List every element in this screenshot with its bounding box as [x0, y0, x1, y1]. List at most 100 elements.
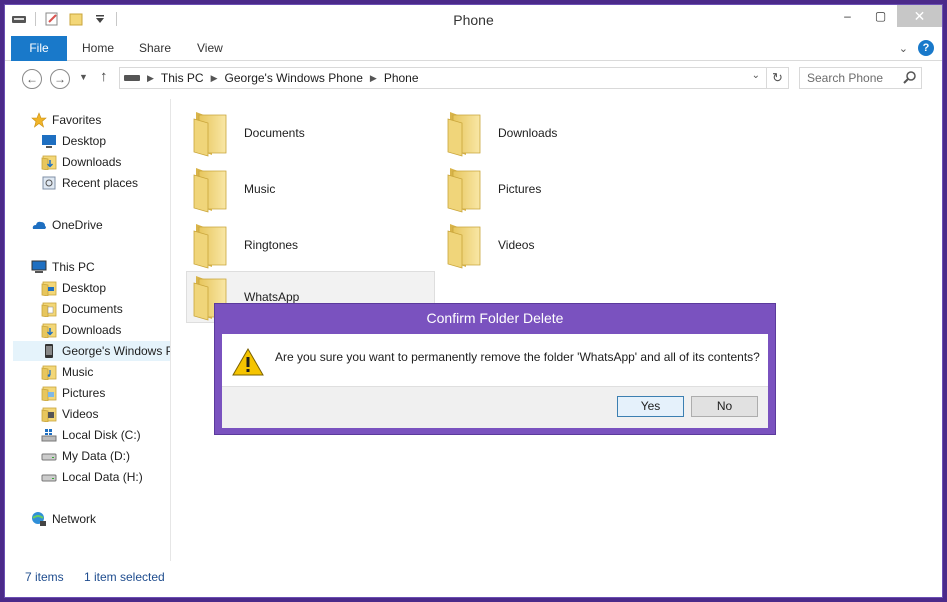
- nav-favorites-label: Favorites: [52, 113, 102, 127]
- search-placeholder: Search Phone: [807, 71, 884, 85]
- drive-icon: [41, 453, 57, 461]
- no-button[interactable]: No: [691, 396, 758, 417]
- search-icon[interactable]: [903, 70, 917, 84]
- breadcrumb-this-pc[interactable]: This PC: [161, 71, 204, 85]
- nav-onedrive-label: OneDrive: [52, 218, 103, 232]
- tab-file[interactable]: File: [11, 36, 67, 61]
- nav-this-pc-label: This PC: [52, 260, 95, 274]
- nav-fav-desktop[interactable]: Desktop: [41, 131, 106, 151]
- folder-label: Ringtones: [244, 238, 299, 252]
- ribbon-controls: ⌄ ?: [899, 40, 934, 56]
- address-bar[interactable]: ▶ This PC ▶ George's Windows Phone ▶ Pho…: [119, 67, 789, 89]
- nav-pc-music[interactable]: Music: [41, 362, 93, 382]
- nav-item-label: Local Data (H:): [62, 470, 143, 484]
- nav-fav-recent-places[interactable]: Recent places: [41, 173, 138, 193]
- this-pc-icon: [31, 260, 47, 273]
- dialog-button-bar: Yes No: [222, 386, 768, 428]
- back-button[interactable]: ←: [22, 69, 42, 89]
- folder-label: Music: [244, 182, 276, 196]
- windows-drive-icon: [41, 429, 57, 442]
- nav-pc-videos[interactable]: Videos: [41, 404, 98, 424]
- close-button[interactable]: ✕: [897, 5, 942, 27]
- folder-icon: [190, 165, 230, 213]
- folder-label: Videos: [498, 238, 535, 252]
- folder-downloads[interactable]: Downloads: [441, 107, 690, 159]
- nav-item-label: My Data (D:): [62, 449, 131, 463]
- nav-item-label: Music: [62, 365, 94, 379]
- nav-pc-downloads[interactable]: Downloads: [41, 320, 121, 340]
- recent-locations-icon[interactable]: ▼: [79, 72, 88, 82]
- dialog-message: Are you sure you want to permanently rem…: [275, 350, 760, 364]
- nav-item-label: Downloads: [62, 323, 122, 337]
- selection-count: 1 item selected: [84, 570, 165, 584]
- nav-pc-desktop[interactable]: Desktop: [41, 278, 106, 298]
- folder-icon: [444, 221, 484, 269]
- minimize-button[interactable]: –: [831, 5, 864, 27]
- nav-item-label: Desktop: [62, 134, 107, 148]
- refresh-button[interactable]: ↻: [766, 68, 788, 88]
- tab-view[interactable]: View: [197, 36, 223, 61]
- nav-favorites[interactable]: Favorites: [31, 110, 101, 130]
- breadcrumb-separator-icon: ▶: [369, 72, 377, 83]
- up-arrow-icon: ↑: [100, 68, 108, 85]
- forward-button[interactable]: →: [50, 69, 70, 89]
- folder-icon: [444, 165, 484, 213]
- nav-network[interactable]: Network: [31, 509, 96, 529]
- minimize-icon: –: [844, 9, 851, 23]
- dialog-message-area: Are you sure you want to permanently rem…: [222, 334, 768, 386]
- nav-item-label: Recent places: [62, 176, 139, 190]
- nav-item-label: Local Disk (C:): [62, 428, 141, 442]
- folder-label: WhatsApp: [244, 290, 300, 304]
- drive-icon: [41, 474, 57, 482]
- navigation-bar: ← → ▼ ↑ ▶ This PC ▶ George's Windows Pho…: [5, 62, 942, 94]
- folder-pictures[interactable]: Pictures: [441, 163, 690, 215]
- folder-music[interactable]: Music: [187, 163, 436, 215]
- nav-this-pc[interactable]: This PC: [31, 257, 95, 277]
- folder-ringtones[interactable]: Ringtones: [187, 219, 436, 271]
- breadcrumb-phone[interactable]: Phone: [384, 71, 419, 85]
- nav-pc-local-disk-c[interactable]: Local Disk (C:): [41, 425, 141, 445]
- nav-pc-local-data-h[interactable]: Local Data (H:): [41, 467, 143, 487]
- search-input[interactable]: Search Phone: [799, 67, 922, 89]
- folder-icon: [190, 109, 230, 157]
- ribbon-tabs: File Home Share View ⌄ ?: [5, 36, 942, 61]
- folder-videos[interactable]: Videos: [441, 219, 690, 271]
- nav-pc-pictures[interactable]: Pictures: [41, 383, 105, 403]
- videos-folder-icon: [41, 406, 57, 422]
- breadcrumb-separator-icon: ▶: [210, 72, 218, 83]
- tab-share[interactable]: Share: [139, 36, 171, 61]
- navigation-pane: Favorites Desktop Downloads Recent place…: [5, 99, 171, 561]
- nav-item-label: George's Windows P: [62, 344, 171, 358]
- folder-label: Pictures: [498, 182, 542, 196]
- phone-device-icon: [124, 75, 140, 81]
- maximize-icon: ▢: [874, 9, 887, 23]
- explorer-window: Phone – ▢ ✕ File Home Share View ⌄ ? ← →…: [4, 4, 943, 598]
- nav-onedrive[interactable]: OneDrive: [31, 215, 103, 235]
- up-button[interactable]: ↑: [100, 68, 108, 85]
- address-dropdown-icon[interactable]: ⌄: [752, 70, 760, 81]
- maximize-button[interactable]: ▢: [864, 5, 897, 27]
- downloads-folder-icon: [41, 322, 57, 338]
- back-arrow-icon: ←: [26, 72, 38, 86]
- folder-icon: [190, 221, 230, 269]
- title-bar: Phone – ▢ ✕: [5, 5, 942, 36]
- documents-folder-icon: [41, 301, 57, 317]
- confirm-folder-delete-dialog: Confirm Folder Delete Are you sure you w…: [214, 303, 776, 435]
- nav-item-label: Pictures: [62, 386, 106, 400]
- nav-fav-downloads[interactable]: Downloads: [41, 152, 121, 172]
- help-icon[interactable]: ?: [918, 40, 934, 56]
- desktop-icon: [42, 135, 56, 148]
- nav-pc-documents[interactable]: Documents: [41, 299, 123, 319]
- folder-label: Documents: [244, 126, 305, 140]
- nav-pc-my-data-d[interactable]: My Data (D:): [41, 446, 130, 466]
- star-icon: [31, 112, 47, 128]
- nav-pc-windows-phone[interactable]: George's Windows P: [13, 341, 171, 361]
- window-title: Phone: [453, 12, 494, 28]
- folder-icon: [444, 109, 484, 157]
- folder-documents[interactable]: Documents: [187, 107, 436, 159]
- tab-home[interactable]: Home: [82, 36, 114, 61]
- desktop-folder-icon: [41, 280, 57, 296]
- expand-ribbon-icon[interactable]: ⌄: [899, 42, 908, 55]
- breadcrumb-phone-device[interactable]: George's Windows Phone: [225, 71, 363, 85]
- yes-button[interactable]: Yes: [617, 396, 684, 417]
